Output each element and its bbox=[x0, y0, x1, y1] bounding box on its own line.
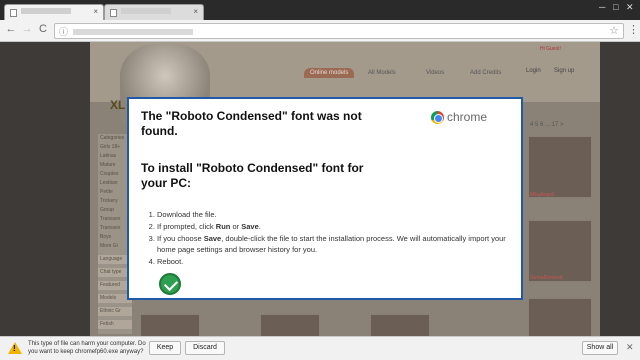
page-icon bbox=[110, 9, 117, 17]
page-icon bbox=[10, 9, 17, 17]
dialog-title: The "Roboto Condensed" font was not foun… bbox=[141, 109, 362, 138]
model-name[interactable]: MikaAngell bbox=[530, 192, 554, 198]
download-warning-text: This type of file can harm your computer… bbox=[28, 341, 146, 355]
nav-all-models[interactable]: All Models bbox=[362, 68, 402, 78]
reload-icon[interactable]: C bbox=[36, 23, 50, 35]
chrome-wordmark: chrome bbox=[447, 110, 488, 124]
maximize-icon[interactable]: □ bbox=[613, 2, 618, 12]
info-icon[interactable]: ⓘ bbox=[59, 25, 68, 38]
model-thumbnail[interactable] bbox=[528, 136, 592, 198]
step-text: Reboot. bbox=[157, 257, 184, 266]
check-circle-icon bbox=[159, 273, 181, 295]
tab-title-blurred bbox=[121, 8, 171, 15]
nav-online-models[interactable]: Online models bbox=[304, 68, 355, 78]
nav-add-credits[interactable]: Add Credits bbox=[464, 68, 507, 78]
sidebar-section[interactable]: Ethnic Gr bbox=[98, 307, 132, 316]
menu-kebab-icon[interactable]: ⋮ bbox=[628, 23, 639, 36]
close-icon[interactable]: ✕ bbox=[626, 342, 634, 353]
browser-tab-2[interactable]: × bbox=[104, 4, 204, 20]
step-run: If prompted, click Run or Save. bbox=[157, 221, 513, 232]
model-thumbnail[interactable] bbox=[528, 220, 592, 282]
tab-close-icon[interactable]: × bbox=[193, 7, 198, 16]
step-text: Download the file. bbox=[157, 210, 217, 219]
minimize-icon[interactable]: ─ bbox=[599, 2, 605, 12]
tab-close-icon[interactable]: × bbox=[93, 7, 98, 16]
font-install-dialog: The "Roboto Condensed" font was not foun… bbox=[127, 97, 523, 300]
keep-button[interactable]: Keep bbox=[149, 341, 181, 355]
address-bar[interactable]: ⓘ ☆ bbox=[54, 23, 624, 39]
login-link[interactable]: Login bbox=[526, 68, 541, 74]
guest-greeting: Hi Guest! bbox=[540, 46, 561, 52]
discard-button[interactable]: Discard bbox=[185, 341, 225, 355]
install-steps: Download the file. If prompted, click Ru… bbox=[157, 209, 513, 268]
forward-arrow-icon[interactable]: → bbox=[20, 23, 34, 35]
tab-strip: × × ─ □ ✕ bbox=[0, 0, 640, 20]
chrome-logo-icon bbox=[431, 111, 444, 124]
bookmark-star-icon[interactable]: ☆ bbox=[609, 24, 619, 37]
url-blurred bbox=[73, 29, 193, 35]
step-reboot: Reboot. bbox=[157, 256, 513, 267]
model-thumbnail[interactable] bbox=[260, 314, 320, 336]
signup-link[interactable]: Sign up bbox=[554, 68, 574, 74]
model-thumbnail[interactable] bbox=[370, 314, 430, 336]
window-close-icon[interactable]: ✕ bbox=[626, 2, 634, 13]
model-thumbnail[interactable] bbox=[528, 298, 592, 336]
sidebar-section[interactable]: Fetish bbox=[98, 320, 132, 329]
step-text: If prompted, click Run or Save. bbox=[157, 222, 261, 231]
download-bar: ! This type of file can harm your comput… bbox=[0, 336, 640, 360]
pagination[interactable]: 4 5 6 ... 17 > bbox=[530, 122, 564, 128]
step-download: Download the file. bbox=[157, 209, 513, 220]
tab-title-blurred bbox=[21, 8, 71, 15]
browser-toolbar: ← → C ⓘ ☆ ⋮ bbox=[0, 20, 640, 42]
site-logo[interactable]: XL bbox=[110, 98, 125, 112]
dialog-subtitle: To install "Roboto Condensed" font for y… bbox=[141, 161, 364, 190]
model-thumbnail[interactable] bbox=[140, 314, 200, 336]
warning-exclamation: ! bbox=[13, 344, 16, 353]
step-text: If you choose Save, double-click the fil… bbox=[157, 234, 506, 254]
show-all-button[interactable]: Show all bbox=[582, 341, 618, 355]
step-save: If you choose Save, double-click the fil… bbox=[157, 233, 513, 255]
nav-videos[interactable]: Videos bbox=[420, 68, 450, 78]
site-header: Hi Guest! Online models All Models Video… bbox=[90, 42, 600, 124]
model-name[interactable]: GentaDemond bbox=[530, 275, 563, 281]
back-arrow-icon[interactable]: ← bbox=[4, 23, 18, 35]
browser-tab-1[interactable]: × bbox=[4, 4, 104, 20]
